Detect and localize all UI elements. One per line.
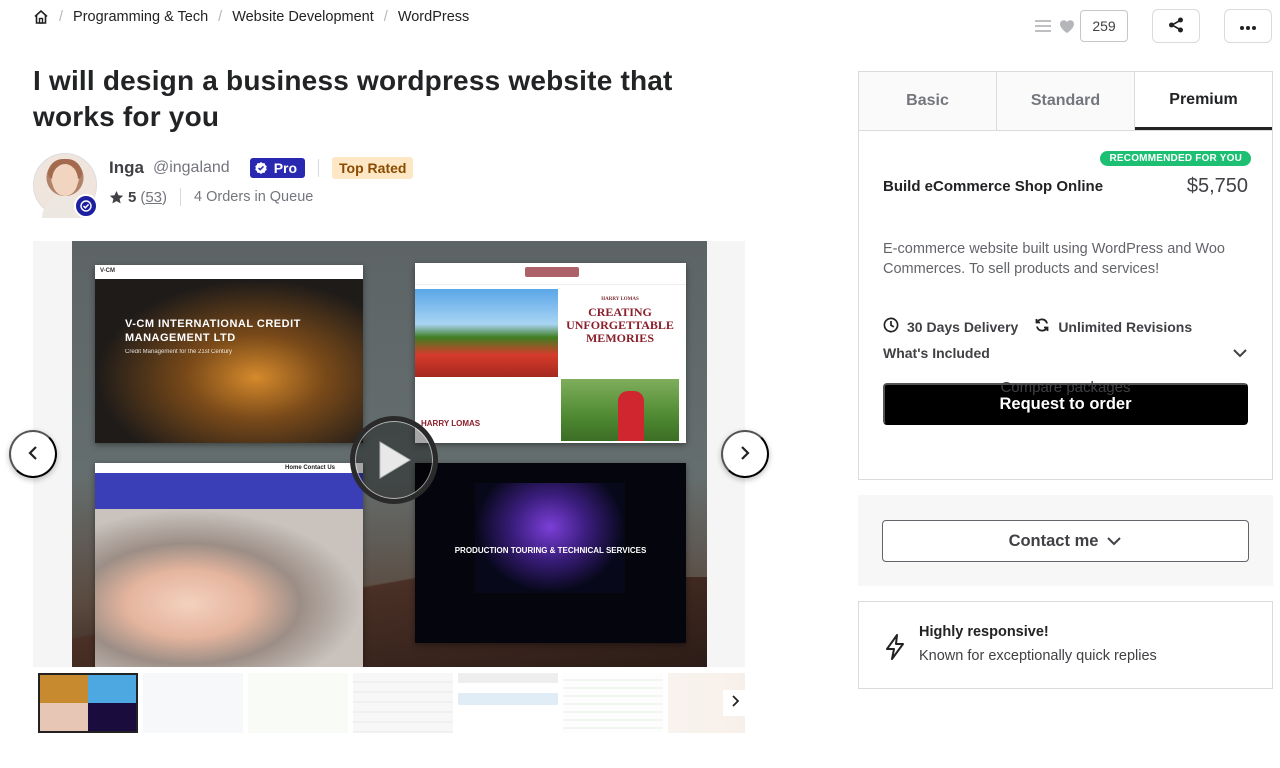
package-name: Build eCommerce Shop Online (883, 178, 1104, 195)
orders-in-queue: 4 Orders in Queue (194, 189, 314, 205)
responsive-notice: Highly responsive! Known for exceptional… (858, 601, 1273, 689)
responsive-title: Highly responsive! (919, 624, 1049, 640)
thumbnails-next-button[interactable] (723, 690, 747, 716)
chevron-down-icon (1232, 345, 1248, 361)
share-button[interactable] (1152, 9, 1200, 43)
breadcrumb-separator: / (383, 9, 388, 25)
seller-overview: Inga @ingaland Pro Top Rated 5 (53) 4 Or… (33, 153, 414, 218)
contact-me-label: Contact me (1008, 531, 1099, 550)
pro-badge-label: Pro (273, 160, 298, 176)
contact-me-button[interactable]: Contact me (882, 520, 1249, 562)
breadcrumb-item-wordpress[interactable]: WordPress (398, 9, 469, 25)
avatar[interactable] (33, 153, 98, 218)
packages-card: Basic Standard Premium RECOMMENDED FOR Y… (858, 71, 1273, 480)
chevron-right-icon (739, 445, 751, 464)
gallery-thumbnail[interactable] (38, 673, 138, 733)
list-icon[interactable] (1034, 17, 1052, 35)
rating-score: 5 (128, 188, 137, 206)
whats-included-toggle[interactable]: What's Included (883, 345, 1248, 361)
portfolio-screenshot-baby: Home Contact Us (95, 463, 363, 667)
pro-badge[interactable]: Pro (249, 158, 306, 178)
chevron-right-icon (731, 694, 740, 712)
seller-handle[interactable]: @ingaland (153, 159, 230, 177)
revisions: Unlimited Revisions (1058, 318, 1193, 335)
divider (318, 159, 320, 177)
tab-standard[interactable]: Standard (997, 72, 1135, 130)
slide-1-title: V-CM INTERNATIONAL CREDIT MANAGEMENT LTD (125, 318, 301, 344)
recommended-badge: RECOMMENDED FOR YOU (1100, 151, 1251, 166)
verified-icon (74, 194, 98, 218)
package-price: $5,750 (1186, 175, 1248, 197)
chevron-down-icon (1098, 532, 1122, 551)
breadcrumb-item-website-development[interactable]: Website Development (232, 9, 374, 25)
review-count-value[interactable]: 53 (145, 189, 162, 206)
breadcrumb-separator: / (218, 9, 223, 25)
portfolio-screenshot-memories: HARRY LOMAS CREATING UNFORGETTABLE MEMORI… (415, 263, 686, 443)
home-icon[interactable] (33, 9, 49, 25)
gig-title: I will design a business wordpress websi… (33, 65, 673, 132)
save-count: 259 (1080, 10, 1128, 42)
contact-section: Contact me (858, 495, 1273, 586)
gallery-thumbnail[interactable] (458, 673, 558, 733)
gig-actions: 259 (1034, 9, 1272, 43)
slide-4-title: PRODUCTION TOURING & TECHNICAL SERVICES (454, 546, 647, 555)
seller-name[interactable]: Inga (109, 158, 144, 178)
responsive-subtitle: Known for exceptionally quick replies (919, 648, 1157, 664)
tab-premium[interactable]: Premium (1135, 72, 1272, 130)
more-options-button[interactable] (1224, 9, 1272, 43)
gallery-thumbnail[interactable] (563, 673, 663, 733)
share-icon (1168, 17, 1184, 36)
tab-basic[interactable]: Basic (859, 72, 997, 130)
gallery-thumbnail[interactable] (143, 673, 243, 733)
whats-included-label: What's Included (883, 345, 990, 361)
breadcrumb: / Programming & Tech / Website Developme… (33, 9, 469, 25)
delivery-time: 30 Days Delivery (907, 318, 1019, 335)
gallery-thumbnail[interactable] (353, 673, 453, 733)
portfolio-screenshot-production: PRODUCTION TOURING & TECHNICAL SERVICES (415, 463, 686, 643)
verified-check-icon (254, 161, 268, 175)
slide-3-nav: Home Contact Us (284, 465, 335, 471)
breadcrumb-item-programming[interactable]: Programming & Tech (73, 9, 208, 25)
gallery-thumbnail[interactable] (248, 673, 348, 733)
slide-1-logo: V-CM (100, 268, 115, 274)
top-rated-badge: Top Rated (332, 157, 414, 179)
slide-1-subtitle: Credit Management for the 21st Century (125, 349, 233, 355)
gallery-main-slide[interactable]: V-CM V-CM INTERNATIONAL CREDIT MANAGEMEN… (72, 241, 707, 667)
heart-icon[interactable] (1058, 17, 1076, 35)
gallery-thumbnails (38, 673, 745, 733)
play-icon[interactable] (350, 416, 438, 504)
review-count[interactable]: (53) (140, 189, 167, 206)
package-description: E-commerce website built using WordPress… (883, 241, 1225, 277)
package-tabs: Basic Standard Premium (859, 72, 1272, 131)
lightning-bolt-icon (885, 634, 905, 660)
refresh-icon (1034, 317, 1058, 336)
portfolio-screenshot-credit: V-CM V-CM INTERNATIONAL CREDIT MANAGEMEN… (95, 265, 363, 443)
slide-2-name: HARRY LOMAS (421, 419, 481, 428)
breadcrumb-separator: / (59, 9, 64, 25)
gallery-next-button[interactable] (721, 430, 769, 478)
clock-icon (883, 317, 907, 336)
more-dots-icon (1239, 19, 1257, 34)
star-icon (109, 190, 124, 205)
chevron-left-icon (27, 445, 39, 464)
gig-gallery: V-CM V-CM INTERNATIONAL CREDIT MANAGEMEN… (33, 241, 745, 667)
gallery-prev-button[interactable] (9, 430, 57, 478)
divider (180, 188, 182, 206)
slide-2-title: CREATING UNFORGETTABLE MEMORIES (566, 305, 674, 345)
compare-packages-link[interactable]: Compare packages (859, 379, 1272, 396)
